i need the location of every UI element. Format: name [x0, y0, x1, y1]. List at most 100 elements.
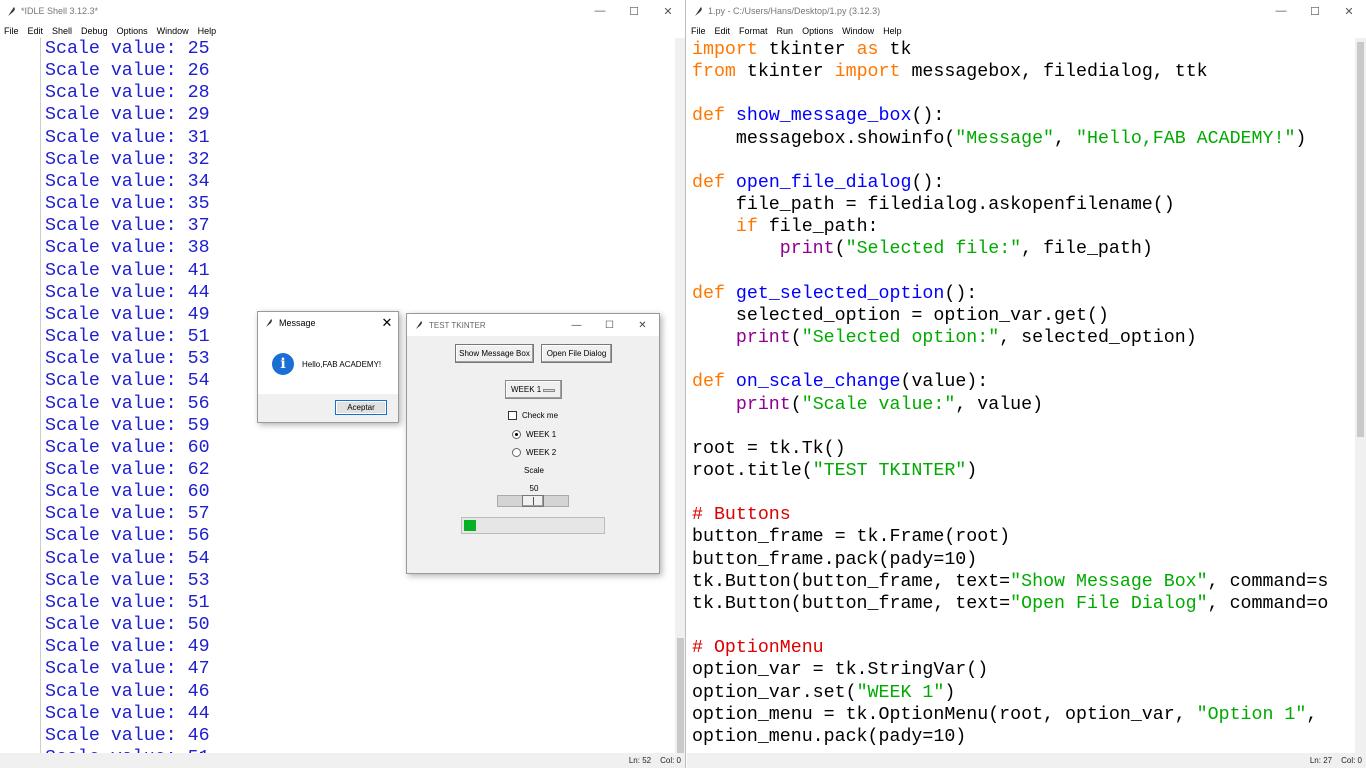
- checkbox-icon: [508, 411, 517, 420]
- code-token: ,: [1306, 704, 1318, 725]
- code-token: messagebox.showinfo(: [692, 128, 956, 149]
- minimize-icon[interactable]: —: [583, 5, 617, 18]
- scale-trough[interactable]: [497, 495, 569, 507]
- code-token: print: [779, 239, 835, 260]
- menu-format[interactable]: Format: [739, 26, 768, 36]
- menu-file[interactable]: File: [691, 26, 706, 36]
- code-token: show_message_box: [735, 106, 912, 127]
- editor-menubar: File Edit Format Run Options Window Help: [687, 23, 1366, 38]
- open-file-dialog-button[interactable]: Open File Dialog: [541, 344, 612, 363]
- editor-titlebar[interactable]: 1.py - C:/Users/Hans/Desktop/1.py (3.12.…: [687, 0, 1366, 22]
- close-icon[interactable]: ✕: [1332, 5, 1366, 18]
- code-token: "Show Message Box": [1010, 571, 1208, 592]
- shell-titlebar[interactable]: *IDLE Shell 3.12.3* — ☐ ✕: [0, 0, 685, 22]
- menu-options[interactable]: Options: [802, 26, 833, 36]
- maximize-icon[interactable]: ☐: [593, 320, 626, 331]
- close-icon[interactable]: ✕: [651, 5, 685, 18]
- menu-window[interactable]: Window: [157, 26, 189, 36]
- maximize-icon[interactable]: ☐: [617, 5, 651, 18]
- shell-title: *IDLE Shell 3.12.3*: [21, 6, 99, 16]
- menu-help[interactable]: Help: [198, 26, 217, 36]
- code-token: import: [834, 62, 901, 83]
- code-line: option_menu = tk.OptionMenu(root, option…: [692, 704, 1354, 726]
- code-line: print("Selected file:", file_path): [692, 238, 1354, 260]
- progress-bar-fill: [464, 520, 477, 531]
- minimize-icon[interactable]: —: [1264, 5, 1298, 18]
- editor-scrollbar[interactable]: [1355, 38, 1366, 753]
- idle-feather-icon: [265, 319, 272, 327]
- minimize-icon[interactable]: —: [560, 320, 593, 331]
- menu-debug[interactable]: Debug: [81, 26, 108, 36]
- code-line: option_var.set("WEEK 1"): [692, 682, 1354, 704]
- code-token: ():: [911, 106, 945, 127]
- message-text: Hello,FAB ACADEMY!: [302, 359, 382, 369]
- check-me-checkbox[interactable]: Check me: [508, 411, 558, 420]
- shell-scrollbar[interactable]: [675, 38, 685, 768]
- code-token: # Buttons: [692, 505, 791, 526]
- scrollbar-thumb[interactable]: [1357, 42, 1364, 437]
- radio-label: WEEK 1: [526, 430, 557, 439]
- week-option-menu[interactable]: WEEK 1: [505, 380, 562, 399]
- scale-label: Scale: [523, 466, 544, 475]
- menu-options[interactable]: Options: [117, 26, 148, 36]
- menu-run[interactable]: Run: [777, 26, 794, 36]
- option-menu-value: WEEK 1: [511, 385, 542, 394]
- code-line: option_menu.pack(pady=10): [692, 726, 1354, 748]
- menu-window[interactable]: Window: [842, 26, 874, 36]
- radio-week-2[interactable]: WEEK 2: [512, 448, 556, 457]
- shell-output-line: Scale value: 46: [45, 681, 210, 702]
- message-dialog-titlebar[interactable]: Message ✕: [258, 312, 398, 334]
- editor-title: 1.py - C:/Users/Hans/Desktop/1.py (3.12.…: [708, 6, 881, 16]
- code-token: (: [790, 394, 802, 415]
- radio-label: WEEK 2: [526, 448, 557, 457]
- shell-output-line: Scale value: 34: [45, 171, 210, 192]
- code-line: def on_scale_change(value):: [692, 371, 1354, 393]
- tkinter-titlebar[interactable]: TEST TKINTER — ☐ ✕: [407, 314, 659, 336]
- scrollbar-thumb[interactable]: [677, 638, 684, 768]
- shell-output-line: Scale value: 54: [45, 548, 210, 569]
- menu-edit[interactable]: Edit: [715, 26, 731, 36]
- code-token: get_selected_option: [735, 283, 945, 304]
- shell-output-line: Scale value: 32: [45, 149, 210, 170]
- tkinter-app-window: TEST TKINTER — ☐ ✕ Show Message Box Open F…: [406, 313, 660, 574]
- code-line: # Buttons: [692, 504, 1354, 526]
- line-indicator: Ln: 27: [1309, 756, 1333, 765]
- code-line: selected_option = option_var.get(): [692, 305, 1354, 327]
- code-line: # OptionMenu: [692, 637, 1354, 659]
- code-line: def open_file_dialog():: [692, 172, 1354, 194]
- shell-output-line: Scale value: 35: [45, 194, 210, 215]
- scale-slider-handle[interactable]: [522, 495, 544, 507]
- code-token: tk: [878, 40, 912, 60]
- code-token: ): [944, 682, 956, 703]
- show-message-box-button[interactable]: Show Message Box: [455, 344, 534, 363]
- code-line: if file_path:: [692, 216, 1354, 238]
- close-icon[interactable]: ✕: [626, 320, 659, 331]
- menu-shell[interactable]: Shell: [52, 26, 72, 36]
- shell-output-line: Scale value: 62: [45, 459, 210, 480]
- menu-edit[interactable]: Edit: [28, 26, 44, 36]
- shell-output-line: Scale value: 59: [45, 415, 210, 436]
- shell-output-line: Scale value: 50: [45, 615, 210, 636]
- radio-week-1[interactable]: WEEK 1: [512, 430, 556, 439]
- code-token: "Selected file:": [845, 239, 1022, 260]
- code-token: selected_option = option_var.get(): [692, 305, 1109, 326]
- code-token: ,: [1054, 128, 1076, 149]
- maximize-icon[interactable]: ☐: [1298, 5, 1332, 18]
- code-line: file_path = filedialog.askopenfilename(): [692, 194, 1354, 216]
- editor-statusbar: Ln: 27 Col: 0: [687, 753, 1366, 768]
- close-icon[interactable]: ✕: [376, 315, 398, 331]
- ok-button[interactable]: Aceptar: [335, 400, 387, 415]
- menu-file[interactable]: File: [4, 26, 19, 36]
- menu-help[interactable]: Help: [883, 26, 902, 36]
- code-token: , selected_option): [999, 328, 1197, 349]
- code-editor-area[interactable]: import tkinter as tk from tkinter import …: [692, 39, 1354, 753]
- code-token: "Selected option:": [801, 328, 1000, 349]
- code-token: option_menu = tk.OptionMenu(root, option…: [692, 704, 1197, 725]
